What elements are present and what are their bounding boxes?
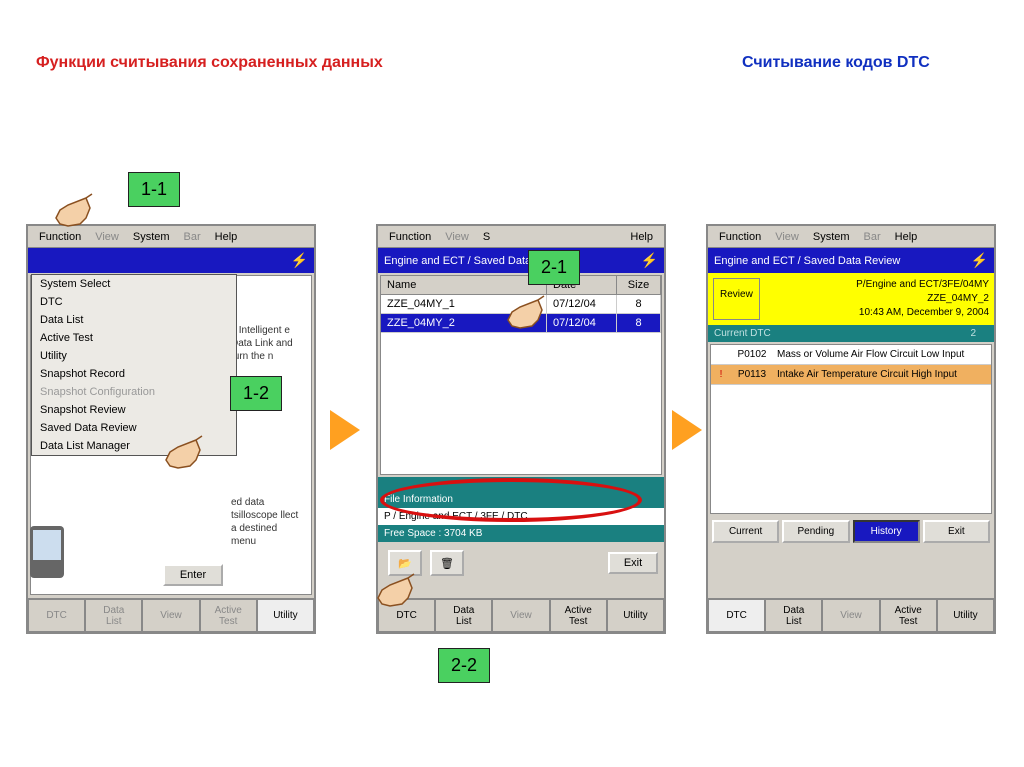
menu-system[interactable]: System bbox=[126, 229, 177, 245]
tab-view[interactable]: View bbox=[492, 599, 549, 632]
menu-item-snapshot-config[interactable]: Snapshot Configuration bbox=[32, 383, 236, 401]
menu-help[interactable]: Help bbox=[888, 229, 925, 245]
tab-active-test[interactable]: Active Test bbox=[550, 599, 607, 632]
menu-help[interactable]: Help bbox=[623, 229, 660, 245]
hand-icon-1-1 bbox=[48, 190, 100, 233]
menu-help[interactable]: Help bbox=[208, 229, 245, 245]
menu-item-system-select[interactable]: System Select bbox=[32, 275, 236, 293]
bottom-tabs: DTC Data List View Active Test Utility bbox=[708, 598, 994, 632]
menu-item-data-list[interactable]: Data List bbox=[32, 311, 236, 329]
dtc-code: P0113 bbox=[727, 369, 777, 380]
menu-function[interactable]: Function bbox=[712, 229, 768, 245]
review-info-box: Review P/Engine and ECT/3FE/04MY ZZE_04M… bbox=[708, 273, 994, 325]
menu-function[interactable]: Function bbox=[382, 229, 438, 245]
tab-data-list[interactable]: Data List bbox=[85, 599, 142, 632]
free-space-label: Free Space : 3704 KB bbox=[378, 525, 664, 542]
menu-item-dtc[interactable]: DTC bbox=[32, 293, 236, 311]
col-size[interactable]: Size bbox=[617, 276, 661, 294]
pending-button[interactable]: Pending bbox=[782, 520, 849, 543]
side-text-1: s Intelligent e Data Link and turn the n bbox=[231, 324, 303, 363]
dtc-code: P0102 bbox=[727, 349, 777, 360]
cell-size: 8 bbox=[617, 314, 661, 332]
tab-data-list[interactable]: Data List bbox=[435, 599, 492, 632]
menu-item-utility[interactable]: Utility bbox=[32, 347, 236, 365]
tab-utility[interactable]: Utility bbox=[937, 599, 994, 632]
tab-active-test[interactable]: Active Test bbox=[880, 599, 937, 632]
tab-active-test[interactable]: Active Test bbox=[200, 599, 257, 632]
exit-button[interactable]: Exit bbox=[608, 552, 658, 574]
current-button[interactable]: Current bbox=[712, 520, 779, 543]
device-3: Function View System Bar Help Engine and… bbox=[706, 224, 996, 634]
bottom-tabs: DTC Data List View Active Test Utility bbox=[28, 598, 314, 632]
red-highlight-circle bbox=[380, 478, 642, 522]
delete-button[interactable]: 🗑 bbox=[430, 550, 464, 576]
dtc-flag bbox=[715, 349, 727, 360]
blue-header: Engine and ECT / Saved Data Review ⚡ bbox=[378, 248, 664, 273]
title-left: Функции считывания сохраненных данных bbox=[36, 54, 383, 72]
dtc-desc: Intake Air Temperature Circuit High Inpu… bbox=[777, 369, 987, 380]
menu-bar[interactable]: Bar bbox=[857, 229, 888, 245]
tab-utility[interactable]: Utility bbox=[607, 599, 664, 632]
current-dtc-header: Current DTC 2 bbox=[708, 325, 994, 342]
history-button[interactable]: History bbox=[853, 520, 920, 543]
pda-icon bbox=[30, 526, 64, 578]
hand-icon-2-2 bbox=[370, 570, 422, 613]
dtc-row[interactable]: P0102 Mass or Volume Air Flow Circuit Lo… bbox=[711, 345, 991, 365]
title-right: Считывание кодов DTC bbox=[742, 54, 930, 72]
arrow-2-to-3 bbox=[672, 410, 702, 450]
tab-dtc[interactable]: DTC bbox=[28, 599, 85, 632]
menu-system[interactable]: System bbox=[806, 229, 857, 245]
info-line-2: ZZE_04MY_2 bbox=[766, 292, 989, 306]
hand-icon-2-1 bbox=[500, 292, 552, 335]
blue-header: x ⚡ bbox=[28, 248, 314, 273]
review-info: P/Engine and ECT/3FE/04MY ZZE_04MY_2 10:… bbox=[766, 278, 989, 320]
lightning-icon: ⚡ bbox=[291, 252, 308, 269]
menubar: Function View System Bar Help bbox=[708, 226, 994, 248]
cell-size: 8 bbox=[617, 295, 661, 313]
function-dropdown: System Select DTC Data List Active Test … bbox=[31, 274, 237, 456]
lightning-icon: ⚡ bbox=[971, 252, 988, 269]
menubar: Function View S Help bbox=[378, 226, 664, 248]
blue-header: Engine and ECT / Saved Data Review ⚡ bbox=[708, 248, 994, 273]
menu-view[interactable]: View bbox=[438, 229, 476, 245]
tab-view[interactable]: View bbox=[142, 599, 199, 632]
step-1-2-label: 1-2 bbox=[230, 376, 282, 411]
device-1: Function View System Bar Help x ⚡ System… bbox=[26, 224, 316, 634]
cell-date: 07/12/04 bbox=[547, 314, 617, 332]
menu-item-snapshot-review[interactable]: Snapshot Review bbox=[32, 401, 236, 419]
lightning-icon: ⚡ bbox=[641, 252, 658, 269]
current-dtc-label: Current DTC bbox=[714, 328, 771, 339]
dtc-row-highlighted[interactable]: ! P0113 Intake Air Temperature Circuit H… bbox=[711, 365, 991, 385]
tab-data-list[interactable]: Data List bbox=[765, 599, 822, 632]
dtc-flag: ! bbox=[715, 369, 727, 380]
step-1-1-label: 1-1 bbox=[128, 172, 180, 207]
tab-view[interactable]: View bbox=[822, 599, 879, 632]
dtc-desc: Mass or Volume Air Flow Circuit Low Inpu… bbox=[777, 349, 987, 360]
exit-button[interactable]: Exit bbox=[923, 520, 990, 543]
filter-buttons: Current Pending History Exit bbox=[708, 516, 994, 547]
step-2-2-label: 2-2 bbox=[438, 648, 490, 683]
info-line-1: P/Engine and ECT/3FE/04MY bbox=[766, 278, 989, 292]
enter-button[interactable]: Enter bbox=[163, 564, 223, 586]
arrow-1-to-2 bbox=[330, 410, 360, 450]
menu-system[interactable]: S bbox=[476, 229, 497, 245]
menu-view[interactable]: View bbox=[768, 229, 806, 245]
header-text: Engine and ECT / Saved Data Review bbox=[714, 255, 900, 267]
menu-item-active-test[interactable]: Active Test bbox=[32, 329, 236, 347]
hand-icon-1-2 bbox=[158, 432, 210, 475]
cell-date: 07/12/04 bbox=[547, 295, 617, 313]
menu-bar[interactable]: Bar bbox=[177, 229, 208, 245]
step-2-1-label: 2-1 bbox=[528, 250, 580, 285]
tab-dtc[interactable]: DTC bbox=[708, 599, 765, 632]
menu-item-snapshot-record[interactable]: Snapshot Record bbox=[32, 365, 236, 383]
info-line-3: 10:43 AM, December 9, 2004 bbox=[766, 306, 989, 320]
side-text-2: ed data tsilloscope llect a destined men… bbox=[231, 496, 303, 548]
tab-utility[interactable]: Utility bbox=[257, 599, 314, 632]
dtc-count: 2 bbox=[958, 328, 988, 339]
review-label: Review bbox=[713, 278, 760, 320]
